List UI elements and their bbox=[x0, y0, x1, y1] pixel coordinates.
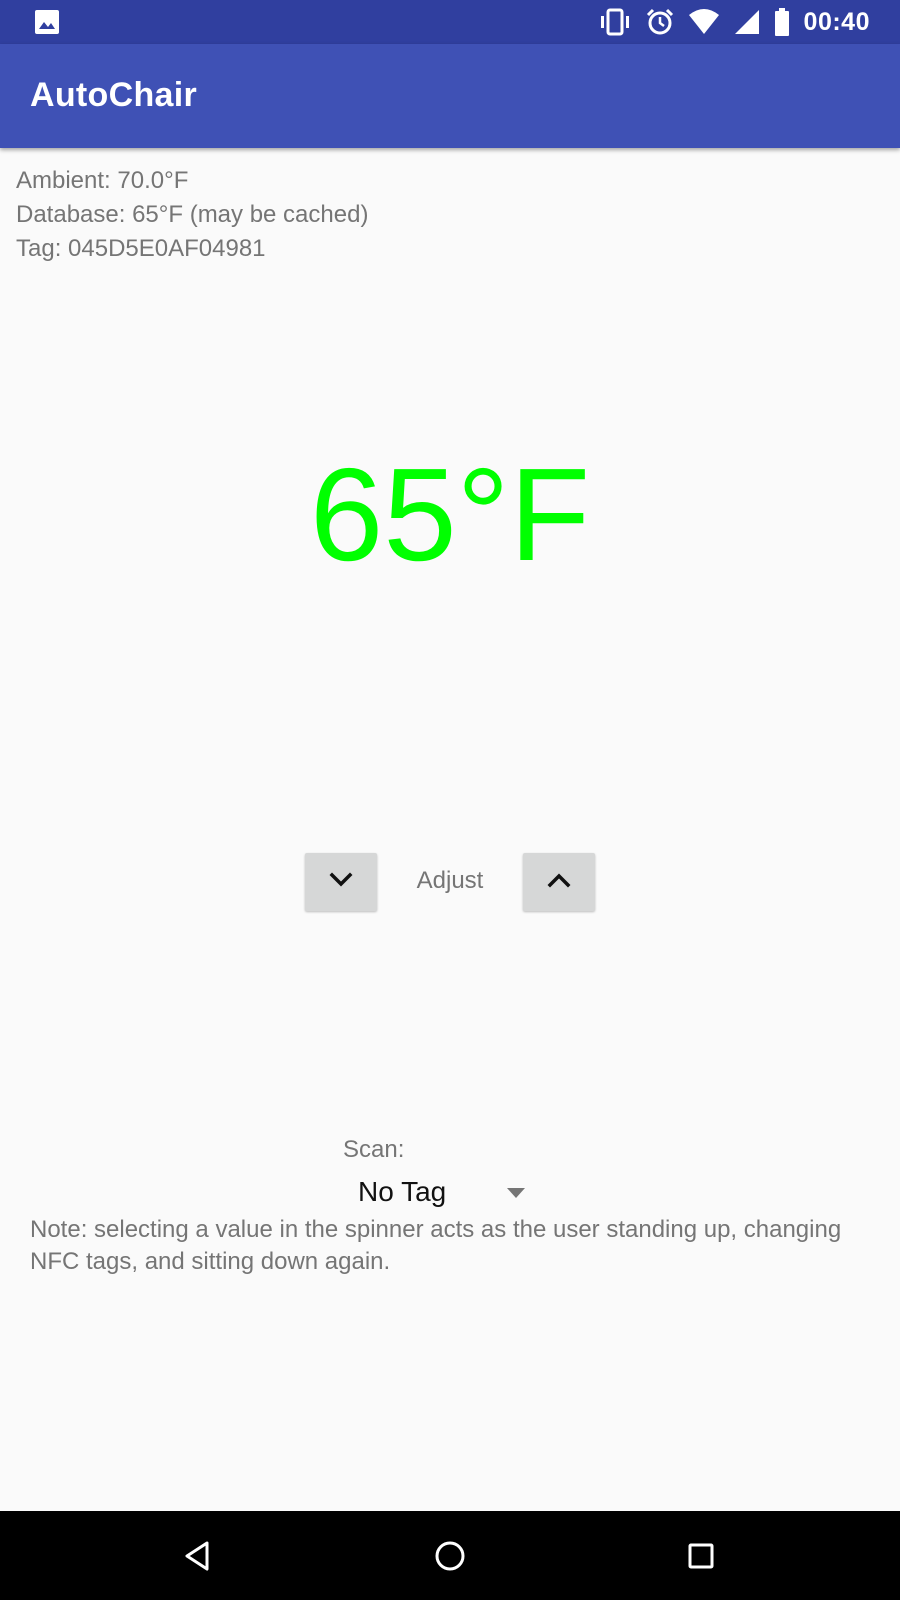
dropdown-arrow-icon bbox=[506, 1186, 526, 1204]
home-icon[interactable] bbox=[427, 1533, 473, 1579]
back-icon[interactable] bbox=[174, 1533, 220, 1579]
chevron-up-icon bbox=[547, 872, 571, 893]
database-temperature-text: Database: 65°F (may be cached) bbox=[16, 201, 369, 228]
cell-signal-icon bbox=[734, 9, 760, 35]
adjust-controls: Adjust bbox=[0, 853, 900, 911]
target-temperature-display: 65°F bbox=[309, 441, 591, 588]
vibrate-icon bbox=[598, 8, 632, 36]
scan-label: Scan: bbox=[343, 1136, 405, 1163]
wifi-icon bbox=[688, 9, 720, 35]
status-bar-right: 00:40 bbox=[598, 0, 900, 44]
status-clock: 00:40 bbox=[803, 7, 870, 36]
status-bar-left bbox=[34, 9, 60, 40]
app-title: AutoChair bbox=[30, 76, 198, 114]
app-bar: AutoChair bbox=[0, 44, 900, 148]
decrease-temperature-button[interactable] bbox=[305, 853, 377, 911]
battery-icon bbox=[774, 8, 790, 36]
adjust-label: Adjust bbox=[416, 867, 484, 894]
increase-temperature-button[interactable] bbox=[523, 853, 595, 911]
navigation-bar bbox=[0, 1511, 900, 1600]
tag-spinner[interactable]: No Tag bbox=[352, 1172, 537, 1212]
alarm-icon bbox=[646, 8, 674, 36]
chevron-down-icon bbox=[329, 872, 353, 893]
spinner-selected-value: No Tag bbox=[358, 1176, 447, 1207]
spinner-note-text: Note: selecting a value in the spinner a… bbox=[30, 1216, 842, 1275]
ambient-temperature-text: Ambient: 70.0°F bbox=[16, 167, 189, 194]
tag-id-text: Tag: 045D5E0AF04981 bbox=[16, 235, 266, 262]
image-notification-icon bbox=[34, 10, 60, 39]
status-bar: 00:40 bbox=[0, 0, 900, 44]
info-panel: Ambient: 70.0°F Database: 65°F (may be c… bbox=[16, 164, 368, 266]
recents-icon[interactable] bbox=[678, 1533, 724, 1579]
